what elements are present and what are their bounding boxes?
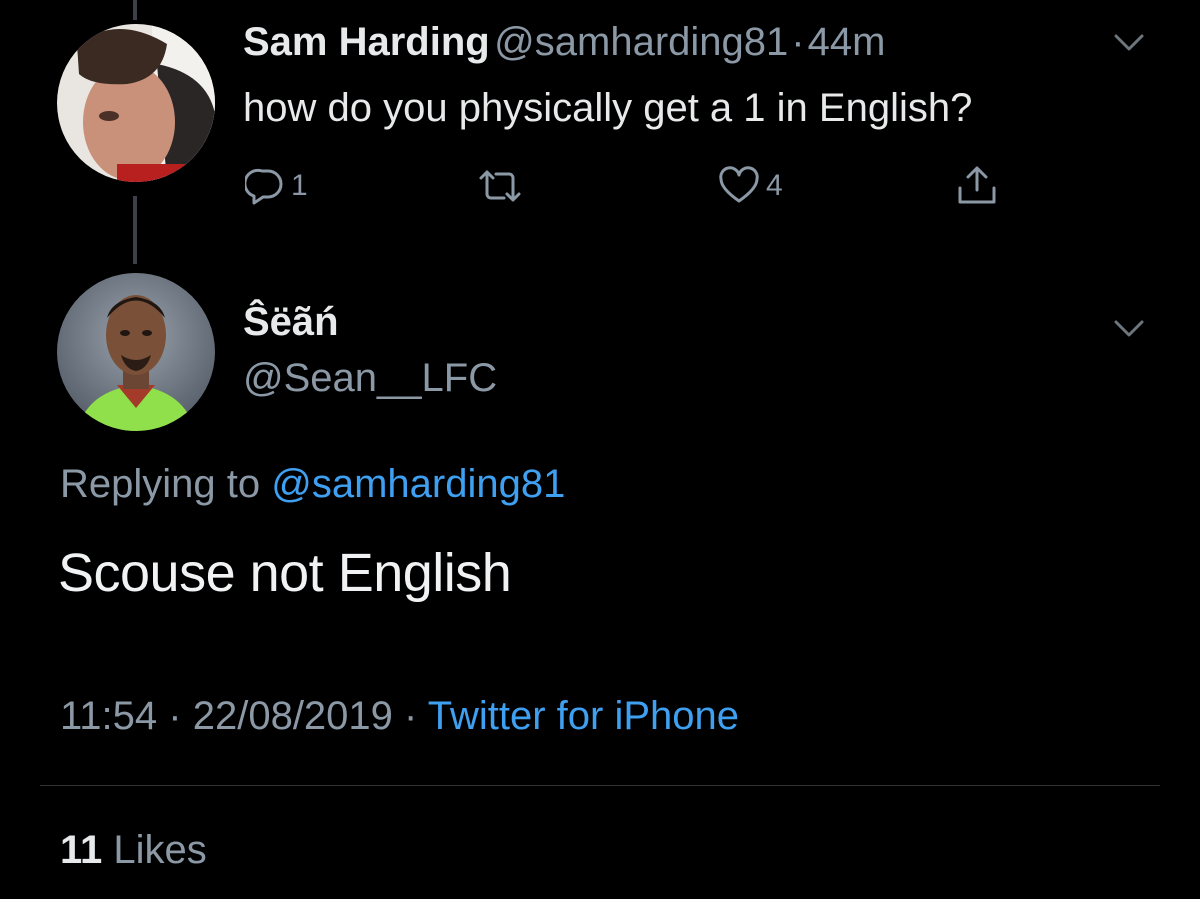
parent-avatar[interactable] bbox=[57, 24, 215, 182]
reply-mention-link[interactable]: @samharding81 bbox=[271, 462, 565, 506]
heart-icon bbox=[718, 166, 760, 206]
share-action[interactable] bbox=[955, 164, 999, 208]
parent-menu-chevron-down-icon[interactable] bbox=[1113, 32, 1145, 59]
parent-time-ago: 44m bbox=[807, 20, 886, 64]
thread-line-connector bbox=[133, 196, 137, 264]
thread-line-top bbox=[133, 0, 137, 20]
reply-prefix: Replying to bbox=[60, 462, 261, 506]
parent-author-name[interactable]: Sam Harding bbox=[243, 20, 490, 64]
main-tweet-text: Scouse not English bbox=[58, 543, 512, 603]
speech-bubble-icon bbox=[245, 166, 285, 206]
main-author-name[interactable]: Ŝëãń bbox=[243, 300, 339, 345]
retweet-action[interactable] bbox=[477, 166, 523, 206]
tweet-date: 22/08/2019 bbox=[192, 694, 393, 738]
date-separator: · bbox=[168, 694, 182, 738]
like-count: 4 bbox=[766, 169, 783, 202]
main-author-handle[interactable]: @Sean__LFC bbox=[243, 356, 497, 401]
reply-count: 1 bbox=[291, 169, 308, 202]
retweet-arrows-icon bbox=[477, 166, 523, 206]
reply-action[interactable]: 1 bbox=[245, 166, 308, 206]
parent-tweet-text: how do you physically get a 1 in English… bbox=[243, 86, 973, 130]
main-menu-chevron-down-icon[interactable] bbox=[1113, 318, 1145, 345]
share-upload-icon bbox=[955, 164, 999, 208]
tweet-time: 11:54 bbox=[60, 694, 158, 738]
likes-count: 11 bbox=[60, 828, 103, 872]
tweet-source-link[interactable]: Twitter for iPhone bbox=[428, 694, 739, 738]
parent-tweet-header: Sam Harding @samharding81·44m bbox=[243, 20, 885, 65]
reply-context: Replying to @samharding81 bbox=[60, 462, 565, 507]
divider bbox=[40, 785, 1160, 786]
like-action[interactable]: 4 bbox=[718, 166, 783, 206]
tweet-meta: 11:54 · 22/08/2019 · Twitter for iPhone bbox=[60, 694, 739, 739]
parent-author-handle[interactable]: @samharding81 bbox=[494, 20, 788, 64]
likes-label: Likes bbox=[113, 828, 207, 872]
likes-summary[interactable]: 11 Likes bbox=[60, 828, 207, 873]
main-avatar[interactable] bbox=[57, 273, 215, 431]
source-separator: · bbox=[404, 694, 418, 738]
parent-time-separator: · bbox=[791, 20, 805, 64]
